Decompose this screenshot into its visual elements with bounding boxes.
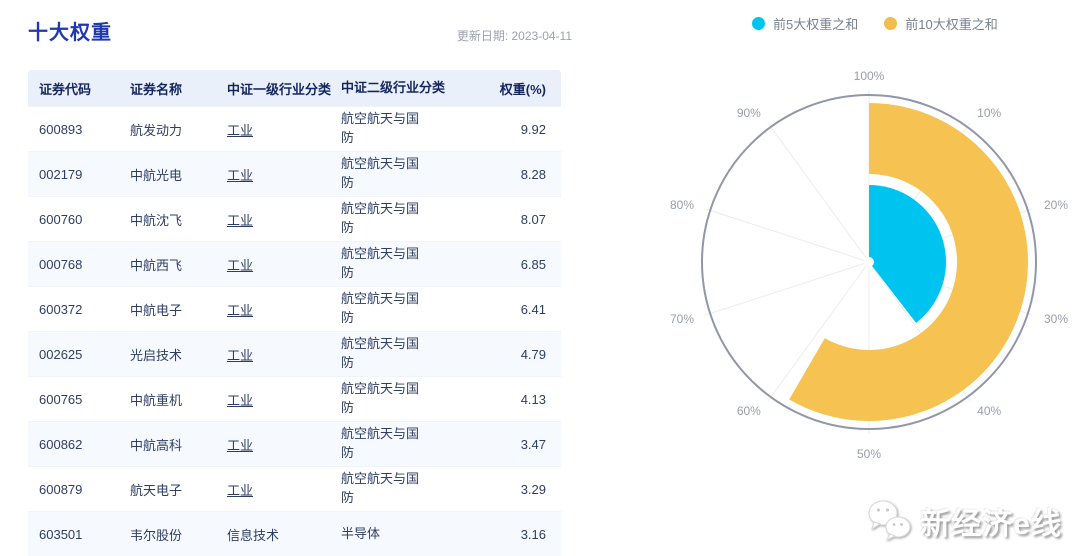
cell-industry1[interactable]: 工业 bbox=[227, 390, 341, 409]
cell-industry1[interactable]: 工业 bbox=[227, 210, 341, 229]
cell-industry1[interactable]: 工业 bbox=[227, 345, 341, 364]
cell-weight: 4.13 bbox=[520, 391, 546, 407]
cell-industry1[interactable]: 工业 bbox=[227, 120, 341, 139]
cell-name: 中航重机 bbox=[130, 392, 183, 408]
legend-label: 前5大权重之和 bbox=[773, 17, 859, 32]
angle-tick-label: 80% bbox=[670, 198, 694, 212]
table-row: 600760 中航沈飞 工业 航空航天与国防 8.07 bbox=[28, 196, 561, 241]
cell-industry2: 航空航天与国防 bbox=[341, 426, 420, 460]
legend-dot bbox=[752, 17, 765, 30]
cell-code: 600372 bbox=[39, 301, 83, 317]
cell-code: 600760 bbox=[39, 211, 83, 227]
header-weight: 权重(%) bbox=[499, 81, 546, 97]
table-row: 603501 韦尔股份 信息技术 半导体 3.16 bbox=[28, 511, 561, 556]
cell-name: 航发动力 bbox=[130, 122, 183, 138]
cell-code: 600862 bbox=[39, 436, 83, 452]
angle-tick-label: 70% bbox=[670, 312, 694, 326]
angle-tick-label: 100% bbox=[854, 69, 885, 83]
top-weights-table: 证券代码 证券名称 中证一级行业分类 中证二级行业分类 权重(%) 600893… bbox=[28, 70, 561, 556]
cell-name: 中航电子 bbox=[130, 302, 183, 318]
chart-legend: 前5大权重之和 前10大权重之和 bbox=[752, 14, 998, 33]
cell-industry1[interactable]: 工业 bbox=[227, 435, 341, 454]
cell-weight: 8.07 bbox=[520, 211, 546, 227]
table-row: 600862 中航高科 工业 航空航天与国防 3.47 bbox=[28, 421, 561, 466]
cell-industry1[interactable]: 工业 bbox=[227, 255, 341, 274]
update-date: 更新日期: 2023-04-11 bbox=[456, 29, 572, 43]
cell-industry2: 航空航天与国防 bbox=[341, 336, 420, 370]
cell-industry2: 航空航天与国防 bbox=[341, 471, 420, 505]
cell-weight: 8.28 bbox=[520, 166, 546, 182]
table-row: 002179 中航光电 工业 航空航天与国防 8.28 bbox=[28, 151, 561, 196]
table-header-row: 证券代码 证券名称 中证一级行业分类 中证二级行业分类 权重(%) bbox=[28, 70, 561, 106]
cell-industry1[interactable]: 工业 bbox=[227, 480, 341, 499]
legend-dot bbox=[884, 17, 898, 30]
angle-tick-label: 40% bbox=[977, 404, 1001, 418]
header-industry2: 中证二级行业分类 bbox=[341, 79, 446, 95]
cell-weight: 3.16 bbox=[520, 526, 546, 542]
wechat-icon bbox=[868, 500, 911, 542]
cell-industry2: 航空航天与国防 bbox=[341, 156, 420, 190]
cell-weight: 6.85 bbox=[520, 256, 546, 272]
header-industry1: 中证一级行业分类 bbox=[227, 81, 332, 97]
table-row: 600765 中航重机 工业 航空航天与国防 4.13 bbox=[28, 376, 561, 421]
table-row: 002625 光启技术 工业 航空航天与国防 4.79 bbox=[28, 331, 561, 376]
cell-code: 600879 bbox=[39, 481, 83, 497]
cell-code: 000768 bbox=[39, 256, 83, 272]
cell-industry2: 半导体 bbox=[341, 525, 381, 541]
cell-code: 002179 bbox=[39, 166, 83, 182]
cell-weight: 6.41 bbox=[520, 301, 546, 317]
cell-name: 中航高科 bbox=[130, 437, 183, 453]
table-body: 600893 航发动力 工业 航空航天与国防 9.92 002179 中航光电 工业 航空航天与… bbox=[28, 106, 561, 556]
legend-label: 前10大权重之和 bbox=[905, 17, 998, 32]
cell-weight: 9.92 bbox=[520, 121, 546, 137]
angle-tick-label: 90% bbox=[737, 106, 761, 120]
cell-name: 中航光电 bbox=[130, 167, 183, 183]
cell-name: 航天电子 bbox=[130, 482, 183, 498]
angle-tick-label: 10% bbox=[977, 106, 1001, 120]
cell-code: 603501 bbox=[39, 526, 83, 542]
cell-industry2: 航空航天与国防 bbox=[341, 381, 420, 415]
cell-industry1[interactable]: 工业 bbox=[227, 165, 341, 184]
header-code: 证券代码 bbox=[39, 81, 92, 97]
cell-name: 中航西飞 bbox=[130, 257, 183, 273]
cell-code: 600893 bbox=[39, 121, 83, 137]
polar-weight-chart: 100% 10% 20% 30% 40% 50% 60% 70% 80% 90% bbox=[670, 69, 1068, 461]
cell-name: 光启技术 bbox=[130, 347, 183, 363]
cell-name: 中航沈飞 bbox=[130, 212, 183, 228]
cell-industry2: 航空航天与国防 bbox=[341, 246, 420, 280]
cell-weight: 3.47 bbox=[520, 436, 546, 452]
legend-item-1[interactable]: 前10大权重之和 bbox=[884, 14, 998, 33]
header-name: 证券名称 bbox=[130, 81, 183, 97]
angle-tick-label: 50% bbox=[857, 447, 881, 461]
cell-code: 002625 bbox=[39, 346, 83, 362]
angle-tick-label: 20% bbox=[1044, 198, 1068, 212]
cell-weight: 3.29 bbox=[520, 481, 546, 497]
angle-tick-label: 60% bbox=[737, 404, 761, 418]
cell-industry1[interactable]: 工业 bbox=[227, 300, 341, 319]
cell-industry2: 航空航天与国防 bbox=[341, 111, 420, 145]
series-sector-0 bbox=[869, 185, 946, 323]
legend-item-0[interactable]: 前5大权重之和 bbox=[752, 14, 858, 33]
cell-industry2: 航空航天与国防 bbox=[341, 201, 420, 235]
cell-industry2: 航空航天与国防 bbox=[341, 291, 420, 325]
watermark: 新经济e线 bbox=[866, 498, 1062, 544]
cell-weight: 4.79 bbox=[520, 346, 546, 362]
table-row: 000768 中航西飞 工业 航空航天与国防 6.85 bbox=[28, 241, 561, 286]
angle-tick-label: 30% bbox=[1044, 312, 1068, 326]
cell-industry1: 信息技术 bbox=[227, 527, 280, 543]
table-row: 600893 航发动力 工业 航空航天与国防 9.92 bbox=[28, 106, 561, 151]
watermark-text: 新经济e线 bbox=[920, 508, 1062, 541]
cell-name: 韦尔股份 bbox=[130, 527, 183, 543]
table-row: 600879 航天电子 工业 航空航天与国防 3.29 bbox=[28, 466, 561, 511]
table-row: 600372 中航电子 工业 航空航天与国防 6.41 bbox=[28, 286, 561, 331]
cell-code: 600765 bbox=[39, 391, 83, 407]
page-title: 十大权重 bbox=[28, 22, 112, 44]
